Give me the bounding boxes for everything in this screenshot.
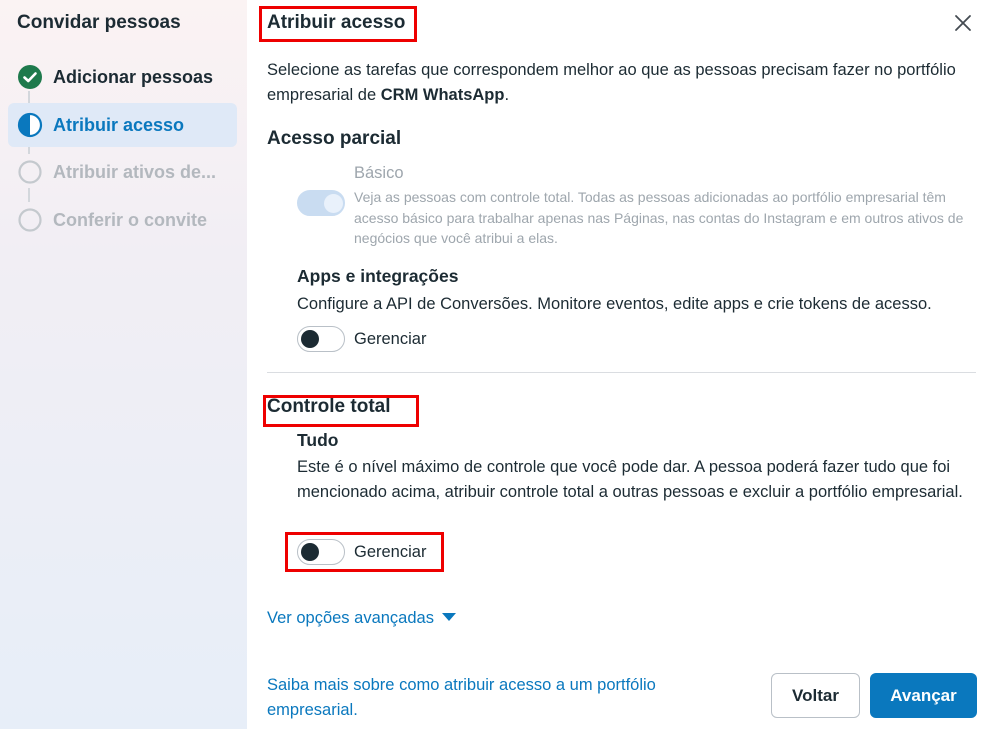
step-add-people[interactable]: Adicionar pessoas bbox=[8, 55, 237, 99]
sidebar-title: Convidar pessoas bbox=[17, 12, 181, 33]
sidebar: Convidar pessoas Adicionar pessoas Atrib… bbox=[0, 0, 247, 729]
page-title: Atribuir acesso bbox=[267, 12, 406, 33]
apps-manage-toggle[interactable] bbox=[297, 326, 345, 352]
step-label: Adicionar pessoas bbox=[53, 66, 214, 87]
close-icon[interactable] bbox=[952, 12, 974, 34]
full-control-manage-toggle[interactable] bbox=[297, 539, 345, 565]
learn-more-link[interactable]: Saiba mais sobre como atribuir acesso a … bbox=[267, 673, 707, 723]
full-control-manage-label: Gerenciar bbox=[354, 543, 427, 561]
main-panel: Atribuir acesso Selecione as tarefas que… bbox=[247, 0, 987, 729]
empty-circle-icon bbox=[17, 207, 43, 233]
step-label: Atribuir ativos de... bbox=[53, 161, 217, 182]
advanced-options-link[interactable]: Ver opções avançadas bbox=[267, 609, 456, 628]
step-label: Atribuir acesso bbox=[53, 114, 185, 135]
apps-manage-label: Gerenciar bbox=[354, 330, 427, 348]
everything-title: Tudo bbox=[297, 430, 339, 450]
step-assign-assets[interactable]: Atribuir ativos de... bbox=[8, 150, 237, 194]
description: Selecione as tarefas que correspondem me… bbox=[267, 61, 956, 104]
step-assign-access[interactable]: Atribuir acesso bbox=[8, 103, 237, 147]
check-circle-icon bbox=[17, 64, 43, 90]
basic-description: Veja as pessoas com controle total. Toda… bbox=[354, 189, 964, 246]
basic-title: Básico bbox=[354, 164, 404, 182]
partial-access-title: Acesso parcial bbox=[267, 128, 402, 149]
portfolio-name: CRM WhatsApp bbox=[380, 86, 505, 104]
caret-down-icon bbox=[441, 612, 456, 621]
back-button[interactable]: Voltar bbox=[771, 673, 860, 718]
next-button[interactable]: Avançar bbox=[870, 673, 977, 718]
everything-description: Este é o nível máximo de controle que vo… bbox=[297, 458, 963, 501]
apps-integrations-title: Apps e integrações bbox=[297, 266, 459, 286]
step-label: Conferir o convite bbox=[53, 209, 208, 230]
apps-integrations-description: Configure a API de Conversões. Monitore … bbox=[297, 295, 932, 313]
full-control-title: Controle total bbox=[267, 396, 391, 417]
divider bbox=[267, 372, 976, 373]
empty-circle-icon bbox=[17, 159, 43, 185]
step-review-invite[interactable]: Conferir o convite bbox=[8, 198, 237, 242]
basic-toggle bbox=[297, 190, 345, 216]
half-circle-progress-icon bbox=[17, 112, 43, 138]
